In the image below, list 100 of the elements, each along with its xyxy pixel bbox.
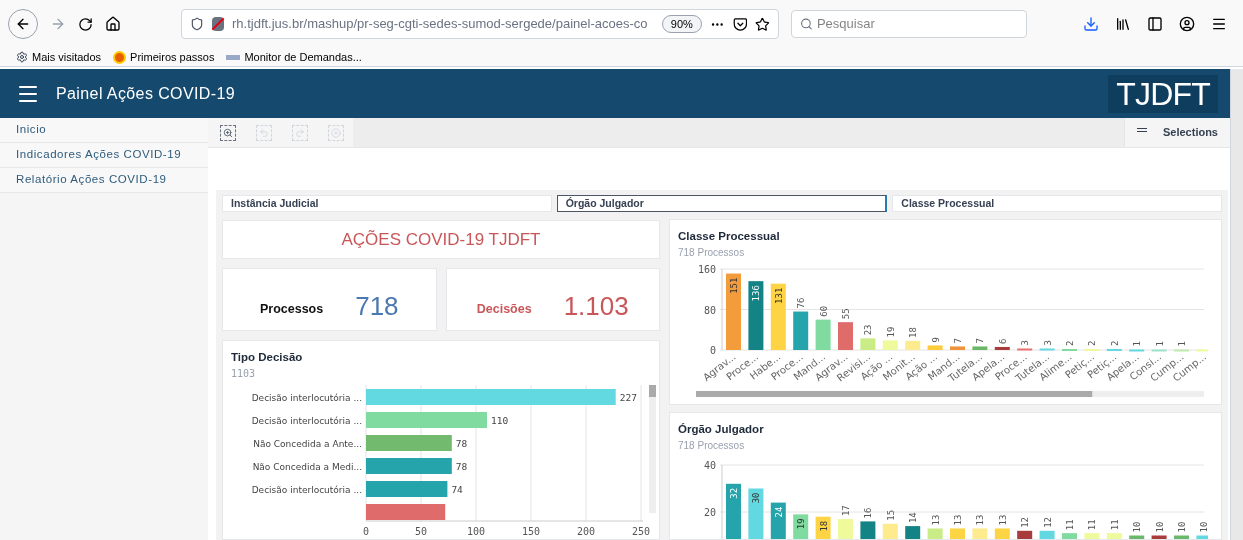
value-label: 2 bbox=[1065, 340, 1075, 347]
value-label: 7 bbox=[953, 338, 963, 344]
menu-icon[interactable] bbox=[1211, 16, 1227, 32]
download-icon[interactable] bbox=[1083, 16, 1099, 32]
value-label: 19 bbox=[796, 518, 807, 530]
site-favicon-icon bbox=[226, 54, 241, 60]
reload-icon bbox=[78, 16, 93, 32]
account-icon[interactable] bbox=[1179, 16, 1195, 32]
chart-subtitle: 718 Processos bbox=[678, 246, 746, 261]
value-label: 23 bbox=[863, 324, 874, 336]
globe-icon bbox=[113, 50, 127, 64]
bar[interactable] bbox=[1017, 531, 1033, 539]
value-label: 10 bbox=[1132, 521, 1143, 533]
address-bar[interactable]: rh.tjdft.jus.br/mashup/pr-seg-cgti-sedes-sumod-sergede/painel-acoes-co 90% bbox=[181, 9, 779, 39]
category-label: Não Concedida a Ante... bbox=[253, 439, 362, 450]
category-label: Decisão interlocutória ... bbox=[251, 416, 362, 427]
forward-button[interactable] bbox=[50, 16, 66, 32]
value-label: 151 bbox=[729, 277, 739, 295]
sidebar-icon[interactable] bbox=[1147, 16, 1163, 32]
app-title: Painel Ações COVID-19 bbox=[56, 83, 236, 104]
value-label: 15 bbox=[885, 510, 896, 521]
search-input[interactable]: Pesquisar bbox=[816, 14, 1018, 34]
value-label: 9 bbox=[930, 337, 941, 343]
pocket-icon[interactable] bbox=[732, 16, 748, 32]
chart-title: Classe Processual bbox=[678, 229, 781, 244]
bookmark-item[interactable]: Primeiros passos bbox=[113, 48, 215, 66]
value-label: 13 bbox=[997, 514, 1008, 526]
vertical-scrollbar[interactable] bbox=[1230, 69, 1243, 540]
value-label: 1 bbox=[1177, 341, 1187, 347]
reload-button[interactable] bbox=[78, 16, 93, 32]
value-label: 78 bbox=[455, 438, 468, 450]
vertical-scrollbar[interactable] bbox=[649, 385, 656, 514]
value-label: 32 bbox=[729, 488, 739, 499]
value-label: 11 bbox=[1109, 519, 1120, 531]
value-label: 10 bbox=[1154, 521, 1165, 533]
value-label: 3 bbox=[1020, 340, 1031, 346]
value-label: 12 bbox=[1042, 517, 1053, 529]
filter-box[interactable]: Classe Processual bbox=[892, 195, 1222, 212]
value-label: 30 bbox=[751, 492, 762, 504]
bar[interactable] bbox=[793, 514, 809, 539]
url-text: rh.tjdft.jus.br/mashup/pr-seg-cgti-sedes-sumod-sergede/painel-acoes-co bbox=[232, 15, 649, 34]
bar[interactable] bbox=[815, 516, 831, 539]
value-label: 7 bbox=[975, 338, 986, 344]
bar[interactable] bbox=[748, 488, 764, 539]
logo: TJDFT bbox=[1108, 74, 1218, 113]
value-label: 24 bbox=[773, 506, 784, 518]
bar[interactable] bbox=[748, 281, 764, 351]
axis-tick-label: 80 bbox=[703, 304, 716, 316]
filter-box[interactable]: Instância Judicial bbox=[222, 195, 552, 212]
value-label: 2 bbox=[1087, 340, 1098, 347]
axis-tick-label: 160 bbox=[697, 264, 716, 276]
home-button[interactable] bbox=[105, 16, 121, 32]
bar[interactable] bbox=[726, 273, 741, 351]
filter-box[interactable]: Órgão Julgador bbox=[556, 195, 888, 212]
chart-title: Tipo Decisão bbox=[231, 350, 304, 365]
kpi-value: 718 bbox=[355, 290, 399, 322]
search-field[interactable]: Pesquisar bbox=[791, 10, 1027, 38]
library-icon[interactable] bbox=[1115, 16, 1131, 32]
value-label: 78 bbox=[455, 461, 468, 473]
chart-subtitle: 718 Processos bbox=[678, 439, 746, 454]
kpi-value: 1.103 bbox=[563, 290, 629, 322]
axis-tick-label: 20 bbox=[703, 507, 716, 519]
value-label: 55 bbox=[841, 308, 851, 320]
value-label: 110 bbox=[491, 415, 509, 427]
value-label: 227 bbox=[619, 392, 637, 404]
arrow-right-icon bbox=[50, 16, 66, 32]
value-label: 131 bbox=[773, 287, 784, 305]
kpi-label: Decisões bbox=[476, 301, 532, 319]
value-label: 1 bbox=[1154, 341, 1165, 347]
value-label: 3 bbox=[1042, 340, 1053, 346]
chart-subtitle: 1103 bbox=[231, 367, 257, 382]
bar[interactable] bbox=[994, 347, 1010, 351]
bar[interactable] bbox=[1151, 535, 1167, 539]
value-label: 11 bbox=[1087, 519, 1098, 531]
chart-title: Órgão Julgador bbox=[678, 422, 765, 437]
bar[interactable] bbox=[770, 283, 786, 351]
bookmark-item[interactable]: Monitor de Demandas... bbox=[226, 48, 362, 66]
zoom-badge[interactable]: 90% bbox=[661, 14, 702, 34]
value-label: 136 bbox=[751, 285, 762, 302]
value-label: 19 bbox=[885, 326, 896, 338]
bar[interactable] bbox=[905, 526, 921, 539]
axis-tick-label: 50 bbox=[415, 526, 427, 538]
selections-button[interactable]: Selections bbox=[1123, 118, 1230, 147]
value-label: 60 bbox=[818, 306, 829, 317]
category-label: Decisão interlocutória ... bbox=[251, 393, 362, 404]
value-label: 17 bbox=[841, 505, 851, 517]
value-label: 11 bbox=[1065, 519, 1075, 531]
value-label: 16 bbox=[863, 507, 874, 519]
zoom-tool-icon[interactable] bbox=[220, 124, 236, 141]
value-label: 13 bbox=[975, 514, 986, 526]
value-label: 76 bbox=[796, 297, 807, 309]
value-label: 18 bbox=[818, 520, 829, 532]
axis-tick-label: 40 bbox=[703, 460, 716, 472]
horizontal-scrollbar[interactable] bbox=[696, 391, 1204, 398]
value-label: 18 bbox=[908, 327, 919, 339]
bookmark-item[interactable]: Mais visitados bbox=[16, 48, 102, 66]
search-icon bbox=[800, 17, 813, 31]
axis-tick-label: 150 bbox=[521, 526, 541, 538]
value-label: 2 bbox=[1109, 340, 1120, 347]
star-icon[interactable] bbox=[755, 16, 770, 32]
